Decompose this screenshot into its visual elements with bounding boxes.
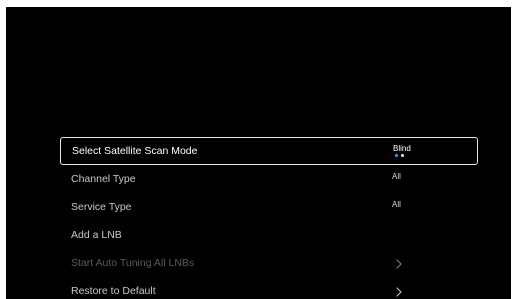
menu-item-label: Restore to Default: [71, 285, 156, 297]
option-dot: [401, 154, 404, 157]
menu-item-add-lnb[interactable]: Add a LNB: [60, 221, 478, 249]
menu-item-label: Select Satellite Scan Mode: [72, 145, 198, 157]
menu-item-restore-default[interactable]: Restore to Default: [60, 277, 478, 299]
menu-item-scan-mode[interactable]: Select Satellite Scan Mode Blind: [60, 137, 478, 165]
menu-item-service-type[interactable]: Service Type All: [60, 193, 478, 221]
menu-item-start-auto-tuning: Start Auto Tuning All LNBs: [60, 249, 478, 277]
menu-item-label: Start Auto Tuning All LNBs: [71, 257, 195, 269]
chevron-right-icon: [396, 287, 402, 297]
menu-item-label: Service Type: [71, 201, 132, 213]
menu-item-channel-type[interactable]: Channel Type All: [60, 165, 478, 193]
menu-item-label: Add a LNB: [71, 229, 122, 241]
scan-mode-value[interactable]: Blind: [393, 144, 411, 153]
chevron-right-icon: [396, 259, 402, 269]
satellite-settings-menu: Select Satellite Scan Mode Blind Channel…: [60, 137, 478, 299]
option-indicator: [395, 154, 404, 157]
menu-item-label: Channel Type: [71, 173, 136, 185]
option-dot-active: [395, 154, 398, 157]
channel-type-value: All: [392, 172, 401, 181]
tv-settings-screen: Select Satellite Scan Mode Blind Channel…: [6, 7, 511, 299]
service-type-value: All: [392, 200, 401, 209]
